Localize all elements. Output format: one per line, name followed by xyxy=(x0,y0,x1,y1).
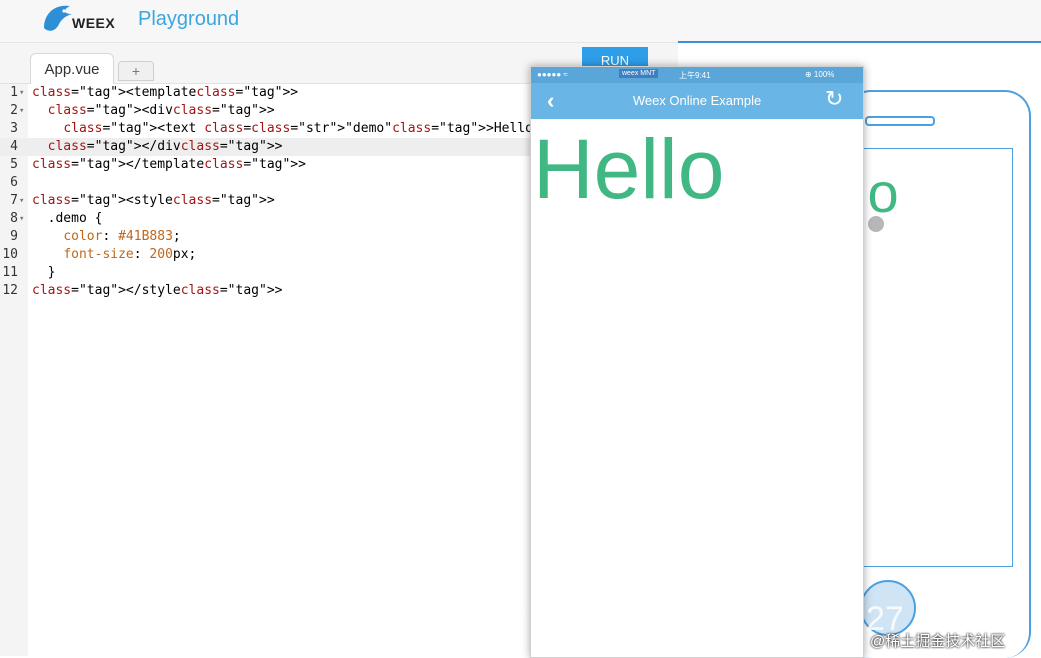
code-text: class="tag"></templateclass="tag">> xyxy=(32,157,306,172)
line-number: 1 xyxy=(10,85,18,100)
device-speaker xyxy=(865,116,935,126)
line-number: 2 xyxy=(10,103,18,118)
code-text: } xyxy=(32,265,56,280)
nav-title: Weex Online Example xyxy=(632,93,762,108)
code-text: class="tag"><divclass="tag">> xyxy=(47,103,275,118)
line-number: 11 xyxy=(2,265,18,280)
logo-text: WEEX xyxy=(72,15,116,31)
line-number: 5 xyxy=(10,157,18,172)
code-text: class="tag"></divclass="tag">> xyxy=(47,139,283,154)
line-number: 4 xyxy=(10,139,18,154)
battery-indicator: ⊕ 100% xyxy=(805,70,835,79)
fold-toggle-icon[interactable]: ▾ xyxy=(19,210,28,228)
signal-icon: ●●●●● ≈ xyxy=(537,70,568,79)
code-text: class="tag"><templateclass="tag">> xyxy=(32,85,299,100)
code-text: class="tag"><styleclass="tag">> xyxy=(32,193,275,208)
line-number: 10 xyxy=(2,247,18,262)
hello-text: Hello xyxy=(533,122,725,216)
line-number: 12 xyxy=(2,283,18,298)
app-title[interactable]: Playground xyxy=(138,8,239,31)
line-number: 9 xyxy=(10,229,18,244)
line-number: 7 xyxy=(10,193,18,208)
watermark-fragment: s:/ xyxy=(486,600,522,638)
code-text: font-size: 200px; xyxy=(63,247,197,262)
device-camera-dot xyxy=(868,216,884,232)
code-text: .demo { xyxy=(32,211,103,226)
watermark-credit: @稀土掘金技术社区 xyxy=(870,633,1006,650)
fold-toggle-icon[interactable]: ▾ xyxy=(19,102,28,120)
carrier-label: weex MNT xyxy=(619,69,659,78)
nav-bar: ‹ Weex Online Example ↻ xyxy=(531,83,863,119)
line-number: 3 xyxy=(10,121,18,136)
weex-logo-icon[interactable] xyxy=(40,2,76,34)
status-bar: ●●●●● ≈ weex MNT 上午9:41 ⊕ 100% xyxy=(531,67,863,83)
fold-toggle-icon[interactable]: ▾ xyxy=(19,84,28,102)
code-text: class="tag"></styleclass="tag">> xyxy=(32,283,283,298)
add-tab-button[interactable]: + xyxy=(118,61,154,81)
top-header: WEEX Playground xyxy=(0,0,1041,43)
tab-app-vue[interactable]: App.vue xyxy=(30,53,114,85)
status-time: 上午9:41 xyxy=(679,71,711,80)
fold-toggle-icon[interactable]: ▾ xyxy=(19,192,28,210)
line-number: 6 xyxy=(10,175,18,190)
phone-simulator: ●●●●● ≈ weex MNT 上午9:41 ⊕ 100% ‹ Weex On… xyxy=(530,66,864,658)
preview-divider xyxy=(678,41,1041,43)
code-text: color: #41B883; xyxy=(63,229,181,244)
line-number: 8 xyxy=(10,211,18,226)
refresh-icon[interactable]: ↻ xyxy=(825,86,843,112)
